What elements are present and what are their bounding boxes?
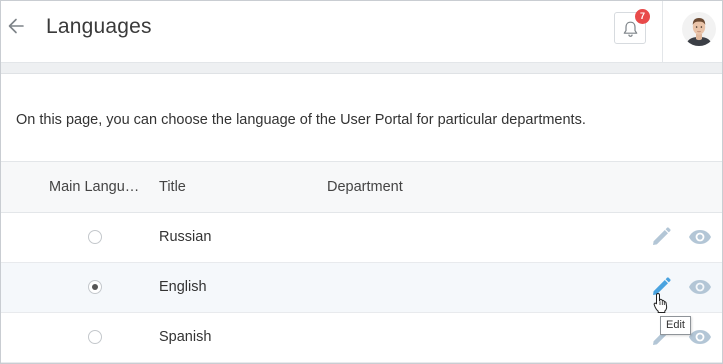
- main-language-radio[interactable]: [88, 330, 102, 344]
- main-language-radio[interactable]: [88, 280, 102, 294]
- table-header: Main Langua… Title Department: [1, 161, 722, 213]
- edit-button[interactable]: [650, 226, 672, 248]
- language-title: Spanish: [159, 329, 212, 345]
- main-language-radio[interactable]: [88, 230, 102, 244]
- page-description: On this page, you can choose the languag…: [16, 112, 586, 128]
- arrow-left-icon: [8, 18, 24, 34]
- table-row[interactable]: English: [1, 263, 722, 313]
- view-button[interactable]: [688, 276, 712, 298]
- view-button[interactable]: [688, 226, 712, 248]
- page-title: Languages: [46, 15, 152, 38]
- notifications-button[interactable]: 7: [614, 9, 650, 44]
- column-header-main-language[interactable]: Main Langua…: [49, 179, 147, 195]
- header-divider: [662, 1, 663, 62]
- edit-tooltip: Edit: [660, 316, 691, 335]
- user-avatar-image: [682, 12, 716, 46]
- edit-button[interactable]: [650, 276, 672, 298]
- eye-icon: [689, 230, 711, 244]
- pencil-icon: [653, 227, 671, 245]
- view-button[interactable]: [688, 326, 712, 348]
- radio-selected-dot: [92, 284, 98, 290]
- back-button[interactable]: [5, 15, 27, 37]
- notification-count-badge: 7: [635, 9, 650, 24]
- column-header-department[interactable]: Department: [327, 179, 403, 195]
- avatar[interactable]: [682, 12, 716, 46]
- table-row[interactable]: Spanish: [1, 313, 722, 363]
- eye-icon: [689, 330, 711, 344]
- languages-page: Languages 7 On this page, you can choose…: [0, 0, 723, 364]
- column-header-title[interactable]: Title: [159, 179, 186, 195]
- language-title: English: [159, 279, 207, 295]
- language-title: Russian: [159, 229, 212, 245]
- table-row[interactable]: Russian: [1, 213, 722, 263]
- header-separator-strip: [1, 63, 722, 74]
- page-header: Languages 7: [1, 1, 722, 63]
- bell-icon: [623, 21, 638, 37]
- pencil-icon: [653, 277, 671, 295]
- eye-icon: [689, 280, 711, 294]
